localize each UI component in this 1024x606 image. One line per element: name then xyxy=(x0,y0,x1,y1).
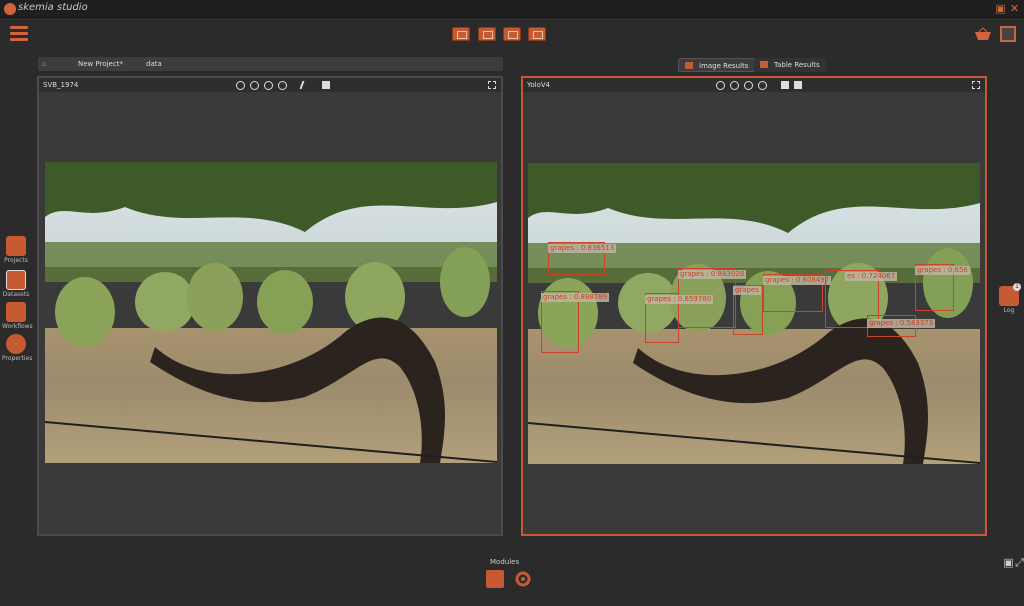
detection-label: grapes : 0.859780 xyxy=(645,295,714,304)
detection-label: es : 0.724067 xyxy=(845,272,898,281)
projects-icon xyxy=(6,236,26,256)
workflows-icon xyxy=(6,302,26,322)
detection-label: grapes : 0.656 xyxy=(915,266,970,275)
zoom-in-icon[interactable] xyxy=(236,81,245,90)
detection-result-image: grapes : 0.836513 grapes : 0.883028 grap… xyxy=(528,163,980,464)
toolbar-camera-icon[interactable] xyxy=(528,27,546,41)
zoom-in-icon[interactable] xyxy=(716,81,725,90)
zoom-out-icon[interactable] xyxy=(250,81,259,90)
log-badge: 1 xyxy=(1013,283,1021,291)
toolbar-grid-icon[interactable] xyxy=(452,27,470,41)
input-image-panel: SVB_1974 xyxy=(37,76,503,536)
info-icon xyxy=(6,334,26,354)
log-button[interactable]: 1 Log xyxy=(996,283,1022,314)
detection-label: grapes : 0.888789 xyxy=(541,293,610,302)
export-icon[interactable] xyxy=(794,81,802,89)
breadcrumb-folder[interactable]: data xyxy=(146,60,162,68)
toolbar-play-icon[interactable] xyxy=(503,27,521,41)
sidebar-item-workflows[interactable]: Workflows xyxy=(2,302,33,330)
sidebar-item-datasets[interactable]: Datasets xyxy=(2,270,30,298)
zoom-out-icon[interactable] xyxy=(730,81,739,90)
fullscreen-icon[interactable] xyxy=(488,81,496,89)
panel-title: YoloV4 xyxy=(527,81,551,89)
module-settings-icon[interactable] xyxy=(513,569,533,589)
save-icon[interactable] xyxy=(322,81,330,89)
breadcrumb: ⌂ New Project* data xyxy=(38,57,503,71)
detection-label: grapes : 0.836513 xyxy=(548,244,617,253)
title-bar: skemia studio ▣ ✕ xyxy=(0,0,1024,18)
save-icon[interactable] xyxy=(781,81,789,89)
hamburger-menu-button[interactable] xyxy=(10,26,28,42)
maximize-icon[interactable]: ▣ xyxy=(994,2,1007,15)
tab-table-results[interactable]: Table Results xyxy=(754,58,826,72)
close-icon[interactable]: ✕ xyxy=(1008,2,1021,15)
toolbar-import-icon[interactable] xyxy=(478,27,496,41)
app-logo-icon xyxy=(4,3,16,15)
fullscreen-icon[interactable] xyxy=(972,81,980,89)
tab-image-results[interactable]: Image Results xyxy=(678,58,756,72)
results-image-panel: YoloV4 grapes : 0.836513 grapes : 0.8830… xyxy=(521,76,987,536)
expand-icon[interactable]: ⤢ xyxy=(1013,556,1024,569)
zoom-fit-icon[interactable] xyxy=(264,81,273,90)
zoom-reset-icon[interactable] xyxy=(758,81,767,90)
user-avatar[interactable] xyxy=(1000,26,1016,42)
zoom-reset-icon[interactable] xyxy=(278,81,287,90)
log-icon: 1 xyxy=(999,283,1021,306)
datasets-icon xyxy=(6,270,26,290)
modules-label: Modules xyxy=(490,558,520,566)
detection-label: grapes : 0.583373 xyxy=(867,319,936,328)
module-image-icon[interactable] xyxy=(486,570,504,588)
app-title: skemia studio xyxy=(18,2,88,13)
detection-label: grapes : 0.808497 xyxy=(763,276,832,285)
vineyard-image xyxy=(45,162,497,463)
detection-label: grapes xyxy=(733,286,762,295)
sidebar-item-properties[interactable]: Properties xyxy=(2,334,32,362)
breadcrumb-project[interactable]: New Project* xyxy=(78,60,123,68)
basket-icon[interactable] xyxy=(974,27,992,41)
panel-header: YoloV4 xyxy=(523,78,985,92)
panel-header: SVB_1974 xyxy=(39,78,501,92)
home-icon[interactable]: ⌂ xyxy=(42,60,46,68)
detection-label: grapes : 0.883028 xyxy=(678,270,747,279)
flip-icon[interactable] xyxy=(299,81,311,89)
sidebar-item-projects[interactable]: Projects xyxy=(2,236,30,264)
panel-title: SVB_1974 xyxy=(43,81,79,89)
zoom-fit-icon[interactable] xyxy=(744,81,753,90)
